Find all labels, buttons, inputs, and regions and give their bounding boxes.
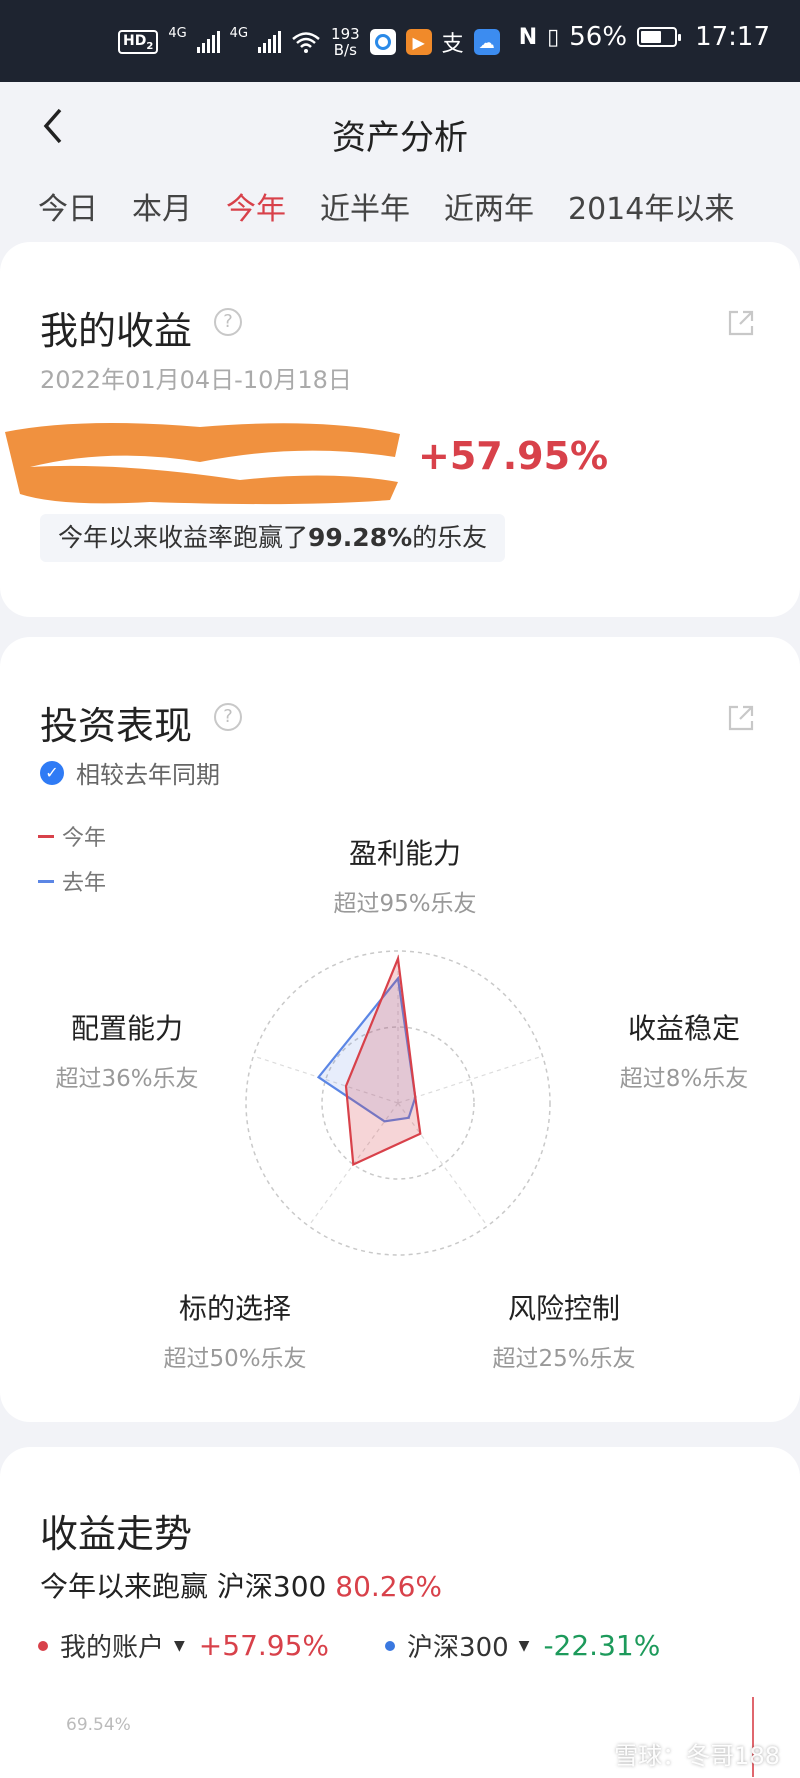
tab-two-years[interactable]: 近两年 — [444, 184, 534, 228]
cloud-app-icon: ☁ — [473, 29, 500, 55]
tab-this-month[interactable]: 本月 — [132, 184, 192, 228]
radar-series-last-year — [316, 975, 417, 1123]
axis-name: 配置能力 — [70, 1012, 183, 1045]
performance-card: 投资表现 ? ✓ 相较去年同期 今年 去年 盈利能力超过95%乐友 收益稳定超过8… — [0, 637, 800, 1422]
index-pct: -22.31% — [543, 1629, 661, 1662]
caret-down-icon[interactable]: ▼ — [174, 1638, 185, 1654]
radar-axis-line — [308, 1102, 399, 1227]
signal-icon — [196, 31, 220, 53]
clock: 17:17 — [695, 22, 770, 52]
trend-title: 收益走势 — [40, 1512, 193, 1556]
axis-name: 风险控制 — [507, 1292, 620, 1325]
axis-name: 盈利能力 — [348, 837, 461, 870]
axis-beat: 超过25%乐友 — [492, 1346, 636, 1372]
tab-since-2014[interactable]: 2014年以来 — [568, 184, 734, 228]
help-icon[interactable]: ? — [214, 703, 242, 731]
vibrate-icon: ▯ — [547, 24, 560, 50]
radar-series-this-year — [344, 954, 422, 1167]
trend-beat-prefix: 今年以来跑赢 沪深300 — [40, 1570, 327, 1603]
radar-label-risk: 风险控制超过25%乐友 — [454, 1287, 674, 1373]
axis-beat: 超过50%乐友 — [163, 1346, 307, 1372]
share-icon[interactable] — [726, 703, 756, 733]
signal-icon-2 — [258, 31, 282, 53]
trend-card: 收益走势 今年以来跑赢 沪深300 80.26% 我的账户 ▼ +57.95% … — [0, 1447, 800, 1778]
network-type-2: 4G — [229, 26, 249, 41]
caret-down-icon[interactable]: ▼ — [519, 1638, 530, 1654]
trend-beat-line: 今年以来跑赢 沪深300 80.26% — [40, 1565, 442, 1605]
radar-outer-ring — [245, 950, 551, 1256]
radar-axis-line — [397, 1055, 543, 1104]
axis-name: 收益稳定 — [627, 1012, 740, 1045]
check-icon: ✓ — [40, 760, 64, 785]
beat-suffix: 的乐友 — [412, 523, 488, 552]
legend-this-year-label: 今年 — [62, 826, 107, 851]
radar-label-selection: 标的选择超过50%乐友 — [125, 1287, 345, 1373]
beat-prefix: 今年以来收益率跑赢了 — [58, 523, 309, 552]
trend-beat-value: 80.26% — [335, 1570, 443, 1603]
compare-last-year-checkbox[interactable]: ✓ 相较去年同期 — [40, 755, 220, 790]
battery-percent: 56% — [569, 22, 628, 52]
alipay-icon: 支 — [441, 32, 464, 57]
battery-icon — [637, 27, 682, 47]
legend-last-year-label: 去年 — [62, 871, 107, 896]
network-type-1: 4G — [168, 26, 187, 41]
wifi-icon — [292, 32, 320, 53]
index-selector[interactable]: 沪深300 — [407, 1627, 509, 1664]
share-icon[interactable] — [726, 308, 756, 338]
earnings-return-pct: +57.95% — [418, 434, 609, 478]
help-icon[interactable]: ? — [214, 308, 242, 336]
my-account-pct: +57.95% — [198, 1629, 330, 1662]
axis-beat: 超过8%乐友 — [619, 1066, 749, 1092]
legend-last-year: 去年 — [38, 865, 106, 897]
status-bar-left: HD2 4G 4G 193 B/s ▶ 支 ☁ — [118, 26, 500, 58]
compare-label: 相较去年同期 — [76, 761, 220, 789]
performance-title: 投资表现 — [40, 704, 193, 748]
radar-inner-ring — [321, 1026, 475, 1180]
earnings-title: 我的收益 — [40, 309, 193, 353]
page-header: 资产分析 今日 本月 今年 近半年 近两年 2014年以来 — [0, 82, 800, 252]
radar-axis-line — [253, 1055, 399, 1104]
tab-today[interactable]: 今日 — [38, 184, 98, 228]
page-title: 资产分析 — [332, 118, 468, 158]
my-account-selector[interactable]: 我的账户 — [60, 1627, 164, 1664]
period-tabs: 今日 本月 今年 近半年 近两年 2014年以来 — [38, 184, 734, 228]
y-axis-top-label: 69.54% — [66, 1715, 131, 1735]
nfc-icon: N — [518, 24, 538, 50]
redaction-scribble — [5, 423, 400, 505]
axis-name: 标的选择 — [178, 1292, 291, 1325]
radar-label-allocation: 配置能力超过36%乐友 — [17, 1007, 237, 1093]
network-speed: 193 B/s — [331, 25, 360, 59]
hd-voice-icon: HD2 — [118, 29, 159, 55]
beat-summary: 今年以来收益率跑赢了99.28%的乐友 — [40, 514, 506, 562]
tab-half-year[interactable]: 近半年 — [320, 184, 410, 228]
tab-this-year[interactable]: 今年 — [226, 184, 286, 228]
status-bar-right: N ▯ 56% 17:17 — [519, 22, 770, 52]
date-range: 2022年01月04日-10月18日 — [40, 366, 352, 394]
earnings-card: 我的收益 ? 2022年01月04日-10月18日 +57.95% 今年以来收益… — [0, 242, 800, 617]
radar-label-profit: 盈利能力超过95%乐友 — [295, 832, 515, 918]
axis-beat: 超过36%乐友 — [55, 1066, 199, 1092]
video-app-icon: ▶ — [405, 29, 432, 55]
trend-legend: 我的账户 ▼ +57.95% 沪深300 ▼ -22.31% — [38, 1627, 660, 1664]
status-bar: HD2 4G 4G 193 B/s ▶ 支 ☁ N ▯ 56% 17:17 — [0, 0, 800, 82]
radar-axis-line — [397, 1102, 488, 1227]
radar-label-stability: 收益稳定超过8%乐友 — [574, 1007, 794, 1093]
index-dot — [385, 1640, 396, 1651]
watermark: 雪球：冬哥188 — [614, 1742, 780, 1770]
beat-value: 99.28% — [308, 523, 413, 552]
axis-beat: 超过95%乐友 — [333, 891, 477, 917]
app-notification-icon — [369, 29, 396, 55]
my-account-dot — [38, 1640, 48, 1651]
legend-this-year: 今年 — [38, 820, 106, 852]
